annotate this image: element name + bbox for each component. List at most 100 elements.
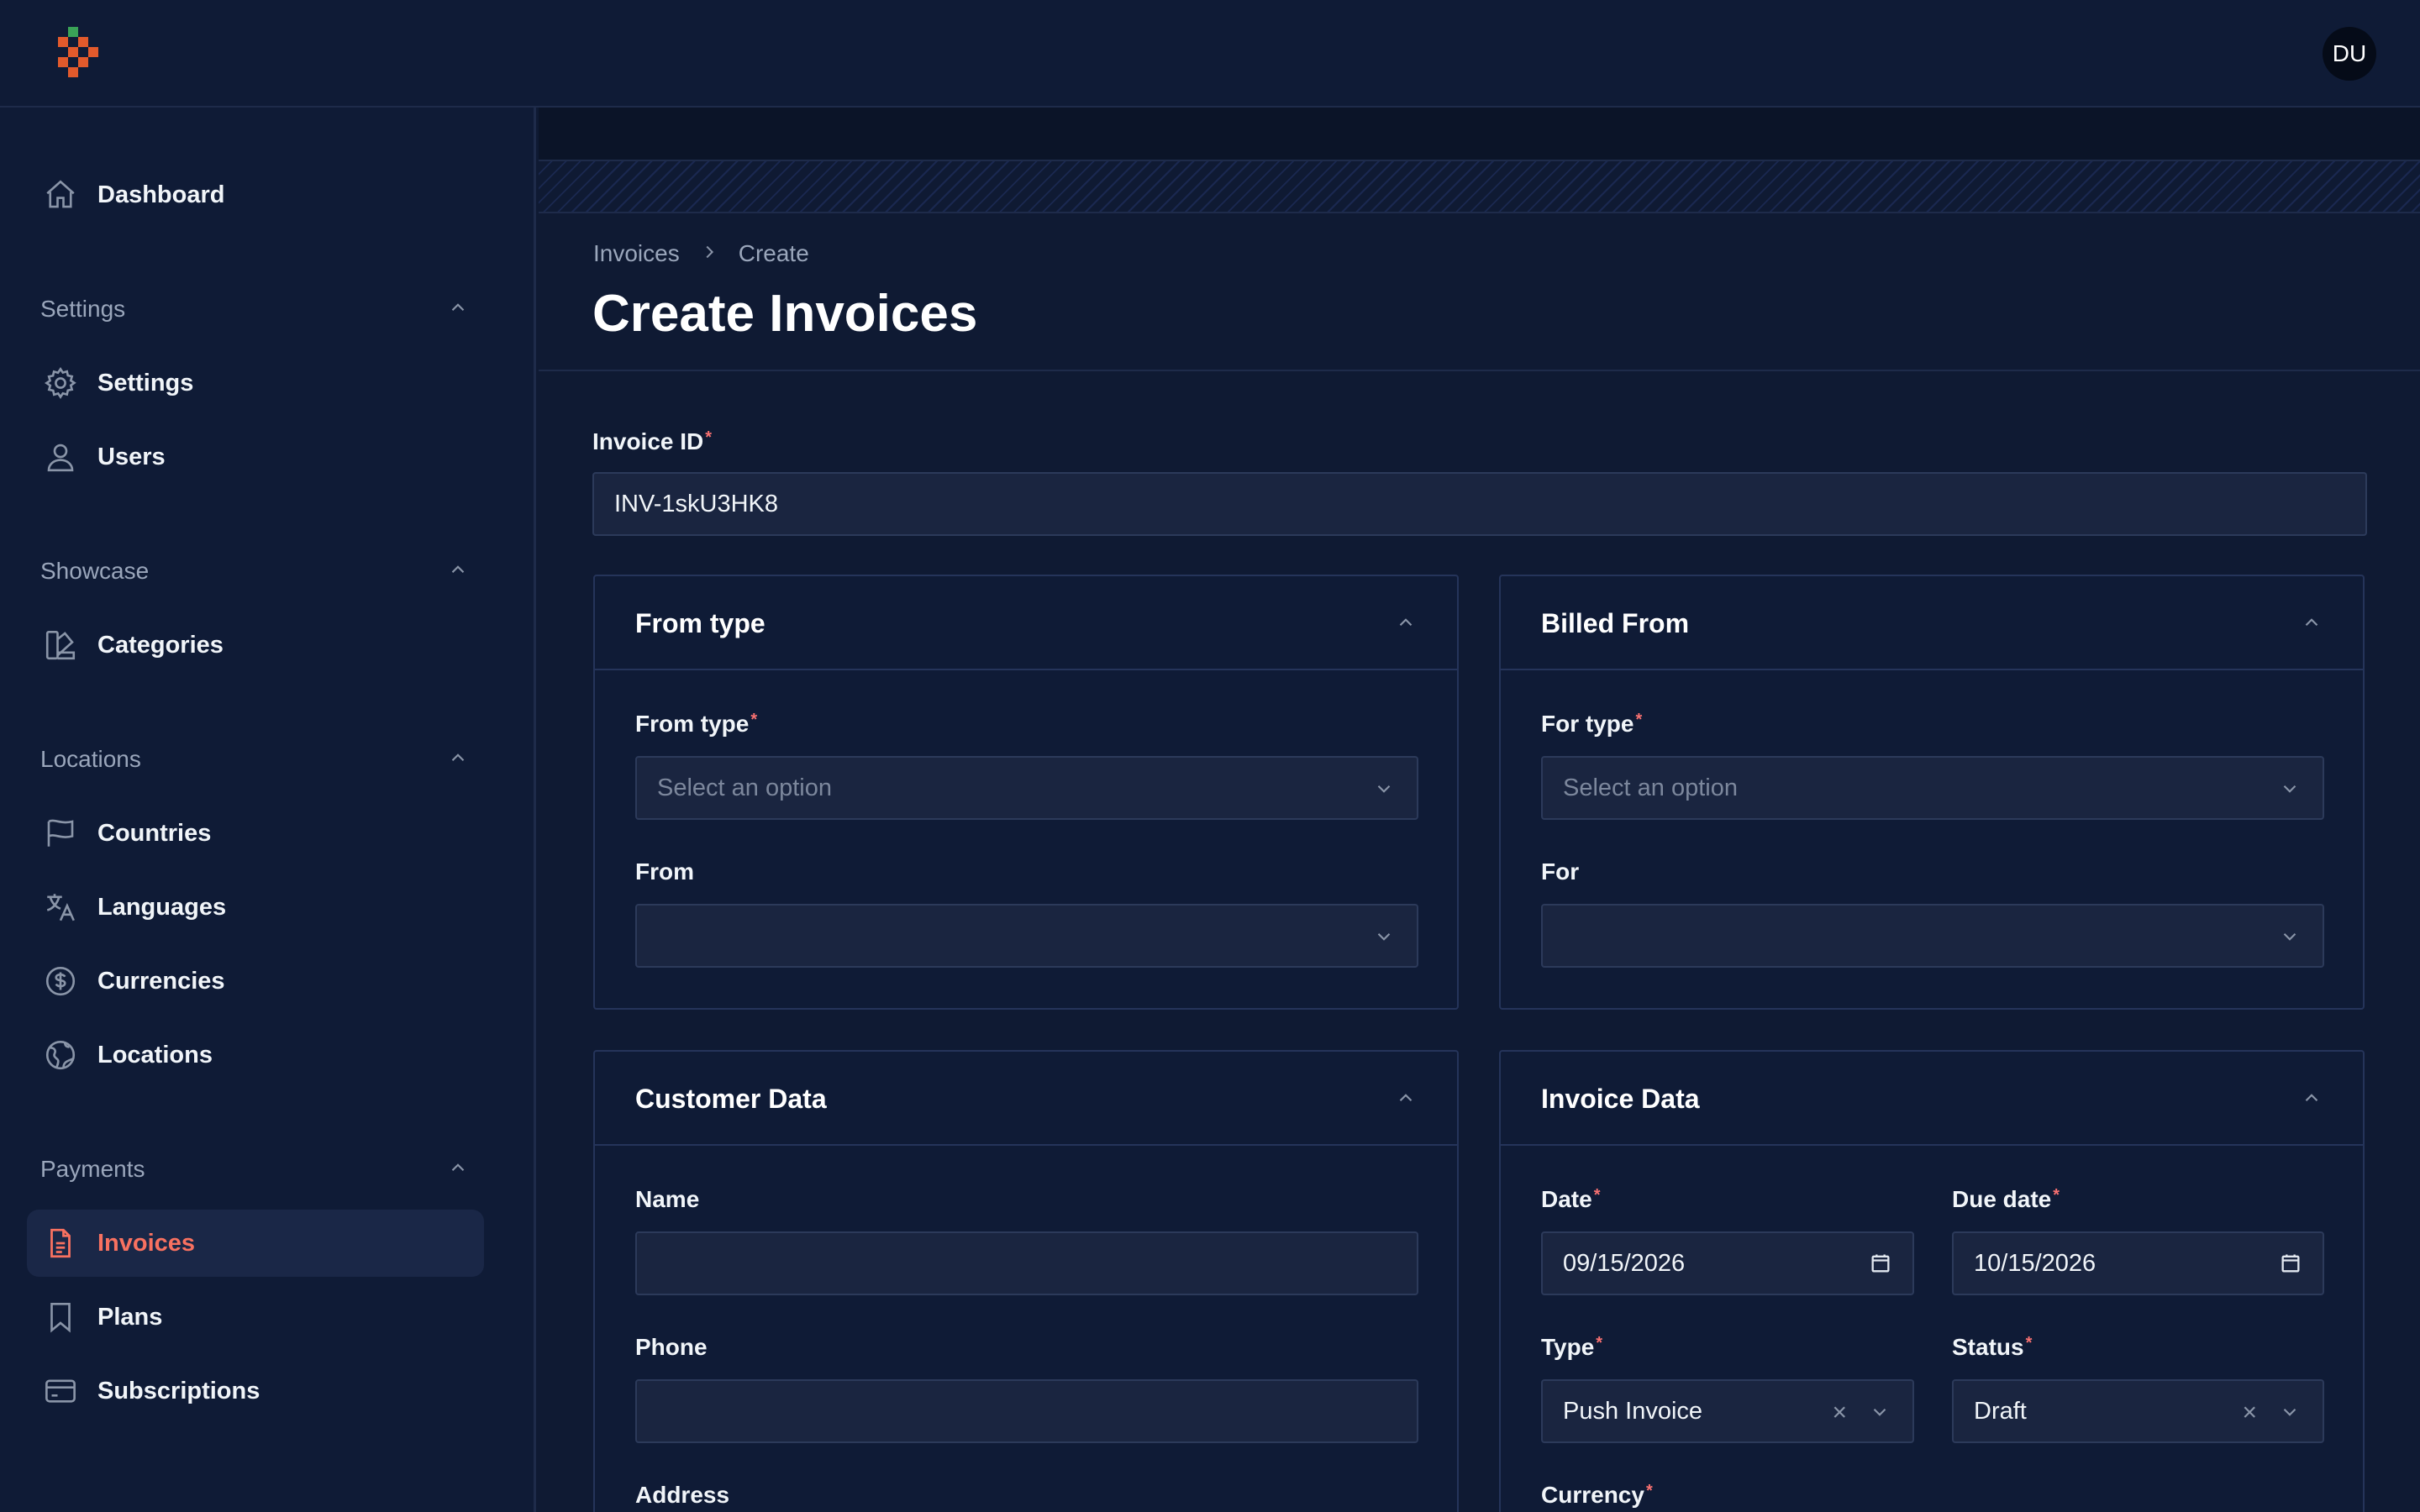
group-label: Locations [40, 746, 141, 772]
sidebar-item-countries[interactable]: Countries [27, 800, 484, 867]
group-header-settings[interactable]: Settings [40, 291, 469, 328]
phone-label: Phone [635, 1334, 708, 1360]
chevron-up-icon[interactable] [2301, 612, 2323, 638]
bookmark-icon [42, 1299, 79, 1336]
group-label: Settings [40, 296, 126, 322]
breadcrumb-current: Create [738, 240, 809, 266]
top-bar: DU [0, 0, 2420, 108]
chevron-up-icon [447, 559, 469, 585]
card-header[interactable]: Customer Data [595, 1052, 1457, 1146]
input-value: 09/15/2026 [1563, 1249, 1686, 1277]
for-label: For [1541, 858, 1580, 885]
user-icon [42, 438, 79, 475]
sidebar-item-dashboard[interactable]: Dashboard [27, 161, 484, 228]
card-title: Customer Data [635, 1084, 827, 1114]
chevron-up-icon [447, 1157, 469, 1183]
chevron-up-icon[interactable] [1395, 1087, 1417, 1113]
sidebar-item-locations[interactable]: Locations [27, 1021, 484, 1089]
sidebar-item-label: Categories [97, 631, 224, 659]
invoice-id-value: INV-1skU3HK8 [614, 490, 779, 517]
group-header-payments[interactable]: Payments [40, 1151, 469, 1188]
sidebar-item-label: Settings [97, 369, 194, 396]
swatch-icon [42, 627, 79, 664]
due-date-input[interactable]: 10/15/2026 [1952, 1231, 2324, 1295]
clear-icon[interactable]: × [1832, 1399, 1847, 1427]
document-icon [42, 1225, 79, 1262]
globe-icon [42, 1037, 79, 1074]
card-header[interactable]: Invoice Data [1501, 1052, 2363, 1146]
group-header-locations[interactable]: Locations [40, 741, 469, 778]
status-select[interactable]: Draft × [1952, 1379, 2324, 1443]
date-input[interactable]: 09/15/2026 [1541, 1231, 1914, 1295]
sidebar-item-label: Users [97, 443, 166, 470]
sidebar-item-invoices[interactable]: Invoices [27, 1210, 484, 1277]
app-logo[interactable] [55, 24, 106, 84]
flag-icon [42, 815, 79, 852]
name-input[interactable] [635, 1231, 1418, 1295]
chevron-down-icon [2279, 1401, 2301, 1430]
sidebar-item-languages[interactable]: Languages [27, 874, 484, 941]
address-label: Address [635, 1482, 730, 1508]
page-title: Create Invoices [592, 285, 978, 343]
calendar-icon[interactable] [1869, 1252, 1892, 1282]
hatched-band [539, 161, 2420, 213]
credit-card-icon [42, 1373, 79, 1410]
chevron-right-icon [700, 240, 718, 267]
invoice-data-card: Invoice Data Date * 09/15/2026 Due date * … [1499, 1050, 2365, 1512]
date-label: Date * [1541, 1186, 1601, 1212]
chevron-up-icon[interactable] [1395, 612, 1417, 638]
sidebar-item-label: Subscriptions [97, 1377, 260, 1404]
calendar-icon[interactable] [2279, 1252, 2302, 1282]
chevron-up-icon[interactable] [2301, 1087, 2323, 1113]
select-placeholder: Select an option [1563, 774, 1738, 801]
due-date-label: Due date * [1952, 1186, 2060, 1212]
sidebar-item-currencies[interactable]: Currencies [27, 948, 484, 1015]
sidebar-item-subscriptions[interactable]: Subscriptions [27, 1357, 484, 1425]
select-value: Push Invoice [1563, 1397, 1703, 1425]
sidebar-item-categories[interactable]: Categories [27, 612, 484, 679]
home-icon [42, 176, 79, 213]
for-type-label: For type * [1541, 711, 1643, 737]
invoice-id-input[interactable]: INV-1skU3HK8 [592, 472, 2367, 536]
chevron-down-icon [2279, 778, 2301, 806]
page-header: Invoices Create Create Invoices [539, 213, 2420, 371]
breadcrumb: Invoices Create [593, 240, 809, 267]
sidebar-item-label: Countries [97, 819, 212, 847]
phone-input[interactable] [635, 1379, 1418, 1443]
form-content: Invoice ID * INV-1skU3HK8 From type From … [539, 371, 2420, 1512]
chevron-down-icon [1373, 926, 1395, 954]
sidebar-item-label: Languages [97, 893, 227, 921]
card-title: Billed From [1541, 608, 1690, 638]
select-placeholder: Select an option [657, 774, 832, 801]
group-label: Payments [40, 1156, 145, 1182]
sidebar-item-settings[interactable]: Settings [27, 349, 484, 417]
from-select[interactable] [635, 904, 1418, 968]
for-type-select[interactable]: Select an option [1541, 756, 2324, 820]
user-avatar[interactable]: DU [2323, 27, 2376, 81]
status-label: Status * [1952, 1334, 2033, 1360]
from-type-label: From type * [635, 711, 758, 737]
invoice-id-label: Invoice ID * [592, 428, 713, 454]
select-value: Draft [1974, 1397, 2027, 1425]
group-header-showcase[interactable]: Showcase [40, 553, 469, 590]
sidebar-item-plans[interactable]: Plans [27, 1284, 484, 1351]
sidebar: Dashboard Settings Settings Users Showca… [0, 108, 536, 1512]
main-area: Invoices Create Create Invoices Invoice … [539, 108, 2420, 1512]
from-type-select[interactable]: Select an option [635, 756, 1418, 820]
input-value: 10/15/2026 [1974, 1249, 2096, 1277]
sidebar-item-users[interactable]: Users [27, 423, 484, 491]
breadcrumb-link-invoices[interactable]: Invoices [593, 240, 680, 267]
chevron-down-icon [1373, 778, 1395, 806]
sidebar-item-label: Dashboard [97, 181, 225, 208]
chevron-down-icon [1869, 1401, 1891, 1430]
for-select[interactable] [1541, 904, 2324, 968]
card-header[interactable]: Billed From [1501, 576, 2363, 670]
chevron-up-icon [447, 747, 469, 773]
billed-from-card: Billed From For type * Select an option F… [1499, 575, 2365, 1010]
top-band [539, 108, 2420, 161]
language-icon [42, 889, 79, 926]
clear-icon[interactable]: × [2242, 1399, 2257, 1427]
card-header[interactable]: From type [595, 576, 1457, 670]
type-select[interactable]: Push Invoice × [1541, 1379, 1914, 1443]
gear-icon [42, 365, 79, 402]
